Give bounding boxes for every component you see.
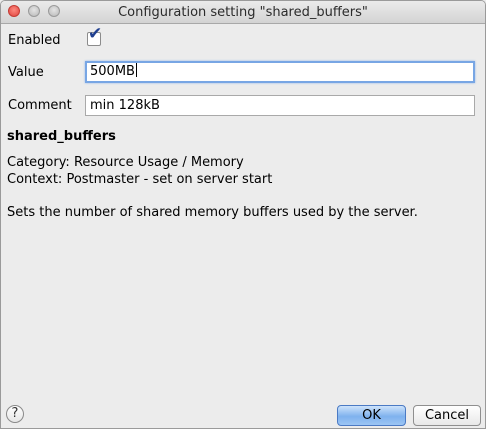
comment-input[interactable]: min 128kB: [85, 95, 475, 116]
checkmark-icon: ✔: [88, 24, 103, 44]
enabled-label: Enabled: [8, 33, 61, 48]
cancel-button[interactable]: Cancel: [413, 405, 481, 426]
window-title: Configuration setting "shared_buffers": [118, 5, 368, 20]
setting-context: Context: Postmaster - set on server star…: [7, 172, 273, 187]
help-button[interactable]: ?: [6, 405, 24, 423]
value-input[interactable]: 500MB: [85, 61, 475, 83]
question-icon: ?: [11, 406, 19, 421]
title-bar: Configuration setting "shared_buffers": [1, 1, 485, 24]
comment-label: Comment: [8, 98, 72, 113]
setting-summary: Sets the number of shared memory buffers…: [7, 205, 418, 220]
ok-button[interactable]: OK: [337, 405, 406, 426]
setting-name: shared_buffers: [7, 129, 116, 144]
text-caret: [135, 63, 137, 77]
value-text: 500MB: [90, 64, 135, 79]
value-label: Value: [8, 65, 44, 80]
setting-category: Category: Resource Usage / Memory: [7, 155, 244, 170]
comment-text: min 128kB: [90, 98, 160, 113]
config-dialog: Configuration setting "shared_buffers" E…: [0, 0, 486, 429]
enabled-checkbox[interactable]: ✔: [87, 26, 102, 46]
